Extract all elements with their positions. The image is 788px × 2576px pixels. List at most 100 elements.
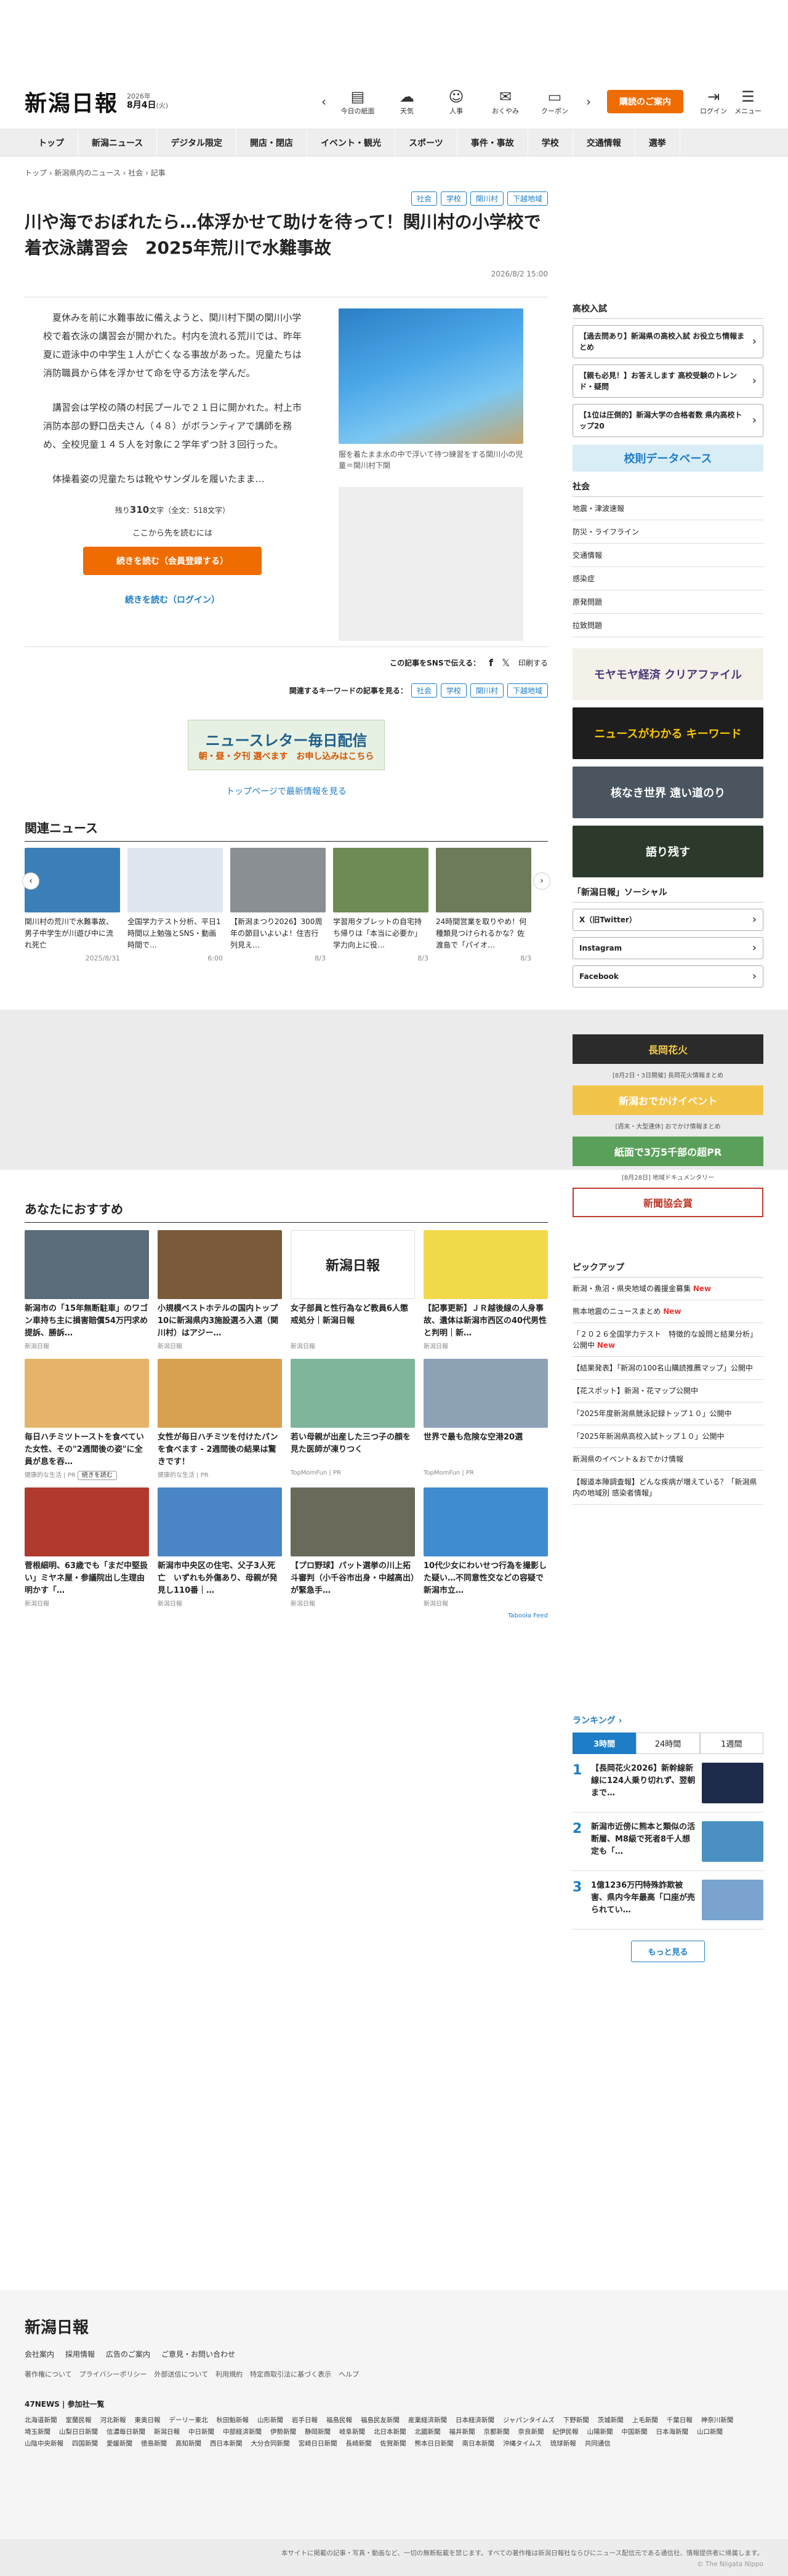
partner-paper-link[interactable]: 静岡新聞 <box>305 2427 331 2436</box>
partner-paper-link[interactable]: 北國新聞 <box>415 2427 441 2436</box>
pickup-item[interactable]: 新潟県のイベント＆おでかけ情報 <box>573 1448 763 1471</box>
obituary-button[interactable]: ✉ おくやみ <box>483 87 528 116</box>
partner-paper-link[interactable]: 大分合同新聞 <box>251 2439 290 2448</box>
partner-paper-link[interactable]: 日本経済新聞 <box>456 2415 494 2425</box>
article-photo[interactable] <box>339 308 523 444</box>
login-button[interactable]: ⇥ ログイン <box>698 87 729 116</box>
footer-link[interactable]: 外部送信について <box>154 2369 208 2379</box>
carousel-next-icon[interactable]: › <box>533 872 550 890</box>
partner-paper-link[interactable]: 福井新聞 <box>449 2427 475 2436</box>
katari-banner[interactable]: 語り残す <box>573 826 763 877</box>
weather-button[interactable]: ☁ 天気 <box>384 87 430 116</box>
social-x-link[interactable]: X（旧Twitter） <box>573 909 763 931</box>
tag-link[interactable]: 関川村 <box>470 191 504 206</box>
partner-paper-link[interactable]: 下野新聞 <box>563 2415 589 2425</box>
tab-24h[interactable]: 24時間 <box>636 1733 700 1754</box>
related-card[interactable]: 【新潟まつり2026】300周年の節目いよいよ！住吉行列見え… 8/3 <box>230 848 326 962</box>
recommend-card[interactable]: 若い母親が出産した三つ子の顔を見た医師が凍りつく TopMomFun | PR <box>291 1359 415 1479</box>
tag-link[interactable]: 学校 <box>440 191 467 206</box>
recommend-card[interactable]: 新潟日報 女子部員と性行為など教員6人懲戒処分｜新潟日報 新潟日報 <box>291 1230 415 1350</box>
recommend-card[interactable]: 小規模ベストホテルの国内トップ10に新潟県内3施設選ろ入選（関川村）はアジー… 新… <box>158 1230 282 1350</box>
partner-paper-link[interactable]: 東奥日報 <box>135 2415 161 2425</box>
shakai-link[interactable]: 防災・ライフライン <box>573 520 763 544</box>
partner-paper-link[interactable]: 山梨日日新聞 <box>59 2427 98 2436</box>
footer-link[interactable]: ヘルプ <box>339 2369 359 2379</box>
partner-paper-link[interactable]: 紀伊民報 <box>553 2427 579 2436</box>
partner-paper-link[interactable]: 共同通信 <box>585 2439 611 2448</box>
odekake-banner[interactable]: 新潟おでかけイベント <box>573 1085 763 1115</box>
gnav-item[interactable]: スポーツ <box>395 129 457 156</box>
partner-paper-link[interactable]: 山形新聞 <box>257 2415 283 2425</box>
chevron-left-icon[interactable]: ‹ <box>316 94 331 109</box>
newspaper-button[interactable]: ▤ 今日の紙面 <box>335 87 380 116</box>
partner-paper-link[interactable]: 福島民報 <box>326 2415 352 2425</box>
partner-paper-link[interactable]: 南日本新聞 <box>462 2439 495 2448</box>
breadcrumb[interactable]: トップ › 新潟県内のニュース › 社会 › 記事 <box>0 156 788 189</box>
gnav-item[interactable]: 選挙 <box>635 129 680 156</box>
koko-link[interactable]: 【親も必見！】お答えします 高校受験のトレンド・疑問 <box>573 364 763 398</box>
footer-link[interactable]: 利用規約 <box>215 2369 243 2379</box>
partner-paper-link[interactable]: 岐阜新聞 <box>339 2427 365 2436</box>
social-instagram-link[interactable]: Instagram <box>573 937 763 959</box>
related-card[interactable]: 全国学力テスト分析、平日1時間以上勉強とSNS・動画時間で… 6:00 <box>127 848 223 962</box>
keyword-tag[interactable]: 下越地域 <box>507 683 548 698</box>
footer-link[interactable]: 著作権について <box>25 2369 72 2379</box>
pickup-item[interactable]: 「2025年新潟県高校入試トップ１０」公開中 <box>573 1425 763 1448</box>
partner-paper-link[interactable]: デーリー東北 <box>169 2415 208 2425</box>
related-card[interactable]: 24時間営業を取りやめ！何種類見つけられるかな？佐渡島で「パイオ… 8/3 <box>436 848 531 962</box>
footer-link[interactable]: 会社案内 <box>25 2349 54 2359</box>
partner-paper-link[interactable]: 宮崎日日新聞 <box>299 2439 337 2448</box>
continue-reading-button[interactable]: 続きを読む <box>77 1471 117 1480</box>
recommend-card[interactable]: 菅根細明、63歳でも「まだ中堅扱い」ミヤネ屋・参議院出し生理由明かす「… 新潟日報 <box>25 1487 149 1608</box>
people-button[interactable]: ☺ 人事 <box>433 87 479 116</box>
recommend-card[interactable]: 毎日ハチミツトーストを食べていた女性、その"2週間後の姿"に全員が息を吞… 健康的… <box>25 1359 149 1480</box>
coupon-button[interactable]: ▭ クーポン <box>532 87 577 116</box>
top-page-link[interactable]: トップページで最新情報を見る <box>25 785 548 797</box>
newsletter-banner[interactable]: ニュースレター毎日配信 朝・昼・夕刊 選べます お申し込みはこちら <box>188 720 385 770</box>
partner-paper-link[interactable]: 神奈川新聞 <box>701 2415 734 2425</box>
gnav-item[interactable]: デジタル限定 <box>157 129 237 156</box>
partner-paper-link[interactable]: 埼玉新聞 <box>25 2427 50 2436</box>
partner-paper-link[interactable]: 山陰中央新報 <box>25 2439 63 2448</box>
login-continue-link[interactable]: 続きを読む（ログイン） <box>43 594 302 606</box>
partner-paper-link[interactable]: 上毛新聞 <box>632 2415 658 2425</box>
partner-paper-link[interactable]: 千葉日報 <box>667 2415 693 2425</box>
menu-button[interactable]: ☰ メニュー <box>733 87 763 116</box>
tag-link[interactable]: 下越地域 <box>507 191 548 206</box>
footer-logo[interactable]: 新潟日報 <box>25 2315 763 2338</box>
register-continue-button[interactable]: 続きを読む（会員登録する） <box>83 547 262 575</box>
keyword-banner[interactable]: ニュースがわかる キーワード <box>573 707 763 759</box>
facebook-icon[interactable]: f <box>489 657 493 669</box>
gnav-item[interactable]: 交通情報 <box>573 129 635 156</box>
pickup-item[interactable]: 【報道本陣調査報】どんな疾病が増えている？「新潟県内の地域別 感染者情報」 <box>573 1471 763 1505</box>
social-facebook-link[interactable]: Facebook <box>573 965 763 988</box>
shakai-link[interactable]: 感染症 <box>573 567 763 590</box>
koko-link[interactable]: 【過去問あり】新潟県の高校入試 お役立ち情報まとめ <box>573 325 763 358</box>
recommend-card[interactable]: 女性が毎日ハチミツを付けたパンを食べます - 2週間後の結果は驚きです！ 健康的な… <box>158 1359 282 1479</box>
shakai-link[interactable]: 地震・津波速報 <box>573 497 763 520</box>
partner-paper-link[interactable]: 徳島新聞 <box>141 2439 167 2448</box>
partner-paper-link[interactable]: 佐賀新聞 <box>380 2439 406 2448</box>
footer-link[interactable]: 採用情報 <box>65 2349 95 2359</box>
nuclear-banner[interactable]: 核なき世界 遠い道のり <box>573 767 763 818</box>
footer-link[interactable]: 広告のご案内 <box>106 2349 150 2359</box>
footer-link[interactable]: 特定商取引法に基づく表示 <box>250 2369 331 2379</box>
gnav-item[interactable]: 新潟ニュース <box>78 129 158 156</box>
x-icon[interactable]: 𝕏 <box>502 657 510 669</box>
pickup-item[interactable]: 「2025年度新潟県競泳記録トップ１０」公開中 <box>573 1403 763 1425</box>
related-card[interactable]: 関川村の荒川で水難事故、男子中学生が川遊び中に流れ死亡 2025/8/31 <box>25 848 120 962</box>
pr-banner[interactable]: 紙面で3万5千部の超PR <box>573 1137 763 1166</box>
koko-link[interactable]: 【1位は圧倒的】新潟大学の合格者数 県内高校トップ20 <box>573 404 763 437</box>
partner-paper-link[interactable]: 中日新聞 <box>188 2427 214 2436</box>
partner-paper-link[interactable]: 中国新聞 <box>622 2427 648 2436</box>
partner-paper-link[interactable]: 奈良新聞 <box>518 2427 544 2436</box>
related-card[interactable]: 学習用タブレットの自宅持ち帰りは「本当に必要か」学力向上に役… 8/3 <box>333 848 428 962</box>
shakai-link[interactable]: 交通情報 <box>573 544 763 567</box>
footer-link[interactable]: ご意見・お問い合わせ <box>161 2349 235 2359</box>
ranking-item[interactable]: 3 1億1236万円特殊詐欺被害、県内今年最高「口座が売られてい… <box>573 1871 763 1930</box>
partner-paper-link[interactable]: 岩手日報 <box>292 2415 318 2425</box>
taboola-label[interactable]: Taboola Feed <box>25 1612 548 1619</box>
recommend-card[interactable]: 10代少女にわいせつ行為を撮影した疑い…不同意性交などの容疑で新潟市立… 新潟日報 <box>424 1487 548 1608</box>
carousel-prev-icon[interactable]: ‹ <box>22 872 39 890</box>
recommend-card[interactable]: 新潟市中央区の住宅、父子3人死亡 いずれも外傷あり、母親が発見し110番｜… 新潟… <box>158 1487 282 1608</box>
